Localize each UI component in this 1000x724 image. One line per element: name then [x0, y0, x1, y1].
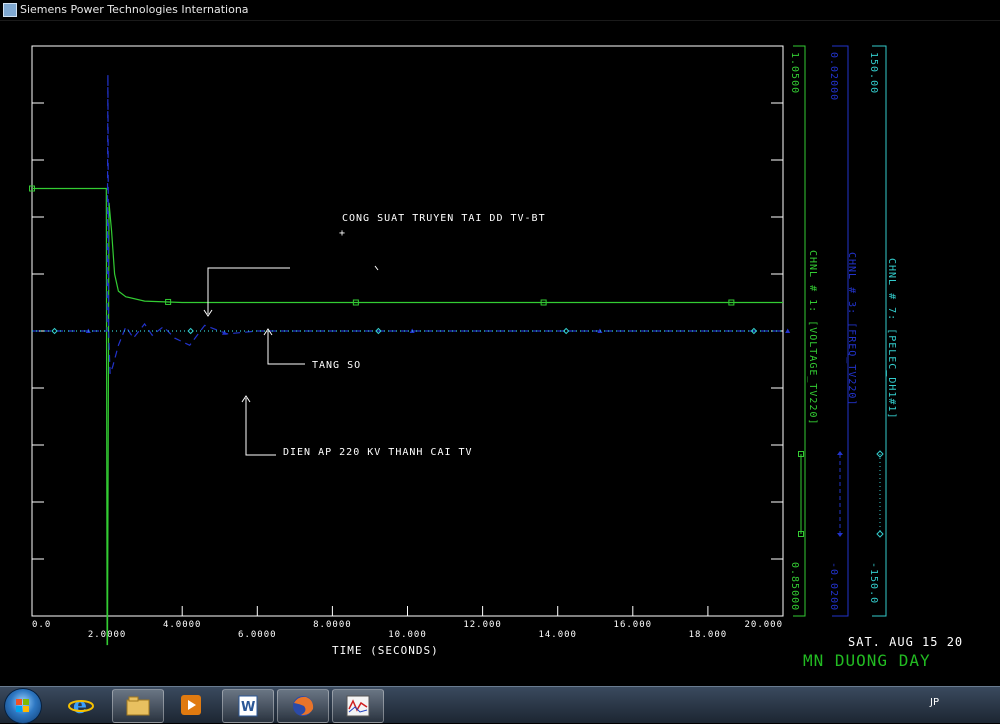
close-button[interactable] — [912, 0, 940, 18]
x-tick-label: 14.000 — [538, 630, 577, 640]
window-title: Siemens Power Technologies Internationa — [20, 3, 249, 16]
taskbar-explorer-button[interactable] — [112, 689, 164, 723]
channel-3-scale: 0.02000 -0.0200 CHNL # 3: [FREQ_TV220] — [828, 45, 857, 617]
series-marker-2 — [785, 328, 791, 333]
channel-3-min: -0.0200 — [828, 562, 839, 611]
annotation-voltage: DIEN AP 220 KV THANH CAI TV — [283, 447, 473, 458]
start-button[interactable] — [4, 688, 42, 724]
svg-text:e: e — [73, 694, 87, 716]
internet-explorer-icon: e — [68, 694, 94, 716]
x-tick-label: 18.000 — [689, 630, 728, 640]
annotation-voltage-leader — [245, 398, 276, 456]
channel-7-scale: 150.00 -150.0 CHNL # 7: [PELEC_DH1#1] — [868, 45, 897, 617]
taskbar-word-button[interactable]: W — [222, 689, 274, 723]
x-tick-label: 20.000 — [744, 620, 783, 630]
folder-icon — [126, 696, 150, 716]
x-tick-labels: 0.02.00004.00006.00008.000010.00012.0001… — [32, 620, 783, 640]
channel-1-label: CHNL # 1: [VOLTAGE_TV220] — [807, 250, 818, 426]
series-line-2 — [32, 74, 783, 375]
taskbar: e W JP — [0, 686, 1000, 724]
channel-1-max: 1.0500 — [789, 52, 800, 94]
taskbar-media-player-button[interactable] — [166, 689, 216, 721]
plot-canvas[interactable]: 0.02.00004.00006.00008.000010.00012.0001… — [0, 20, 1000, 686]
x-tick-label: 16.000 — [614, 620, 653, 630]
channel-1-min: 0.85000 — [789, 562, 800, 611]
x-tick-label: 8.0000 — [313, 620, 352, 630]
windows-logo-icon — [16, 699, 29, 712]
x-tick-label: 10.000 — [388, 630, 427, 640]
taskbar-ie-button[interactable]: e — [56, 689, 106, 721]
channel-3-max: 0.02000 — [828, 52, 839, 101]
language-indicator[interactable]: JP — [930, 697, 939, 708]
channel-7-label: CHNL # 7: [PELEC_DH1#1] — [886, 258, 897, 419]
svg-text:W: W — [241, 700, 255, 715]
x-tick-label: 0.0 — [32, 620, 51, 630]
channel-7-min: -150.0 — [868, 562, 879, 604]
plot-app-icon — [346, 695, 370, 717]
crosshair-marker: + — [339, 228, 345, 239]
channel-3-label: CHNL # 3: [FREQ_TV220] — [846, 252, 857, 406]
series-line-1 — [32, 187, 783, 646]
channel-1-scale: 1.0500 0.85000 CHNL # 1: [VOLTAGE_TV220] — [789, 45, 818, 617]
system-tray: JP — [930, 687, 1000, 723]
taskbar-pss-plot-button[interactable] — [332, 689, 384, 723]
annotation-tap-leader — [267, 331, 305, 365]
x-tick-label: 12.000 — [463, 620, 502, 630]
channel-7-max: 150.00 — [868, 52, 879, 94]
media-player-icon — [181, 695, 201, 715]
x-tick-label: 4.0000 — [163, 620, 202, 630]
annotation-tap: TANG SO — [312, 360, 361, 371]
window-titlebar[interactable]: Siemens Power Technologies Internationa — [0, 0, 1000, 21]
series-layer — [29, 74, 791, 646]
plot-date: SAT. AUG 15 20 — [848, 635, 963, 649]
x-tick-label: 6.0000 — [238, 630, 277, 640]
axis-ticks — [32, 102, 783, 616]
taskbar-firefox-button[interactable] — [277, 689, 329, 723]
word-icon: W — [238, 695, 258, 717]
cursor-tick — [374, 265, 379, 271]
annotation-power-leader — [207, 267, 290, 314]
app-icon — [3, 3, 17, 17]
firefox-icon — [293, 696, 314, 716]
maximize-button[interactable] — [882, 0, 910, 18]
case-title: MN DUONG DAY — [803, 651, 931, 670]
minimize-button[interactable] — [852, 0, 880, 18]
annotation-power: CONG SUAT TRUYEN TAI DD TV-BT — [342, 213, 546, 224]
x-axis-label: TIME (SECONDS) — [332, 644, 439, 657]
